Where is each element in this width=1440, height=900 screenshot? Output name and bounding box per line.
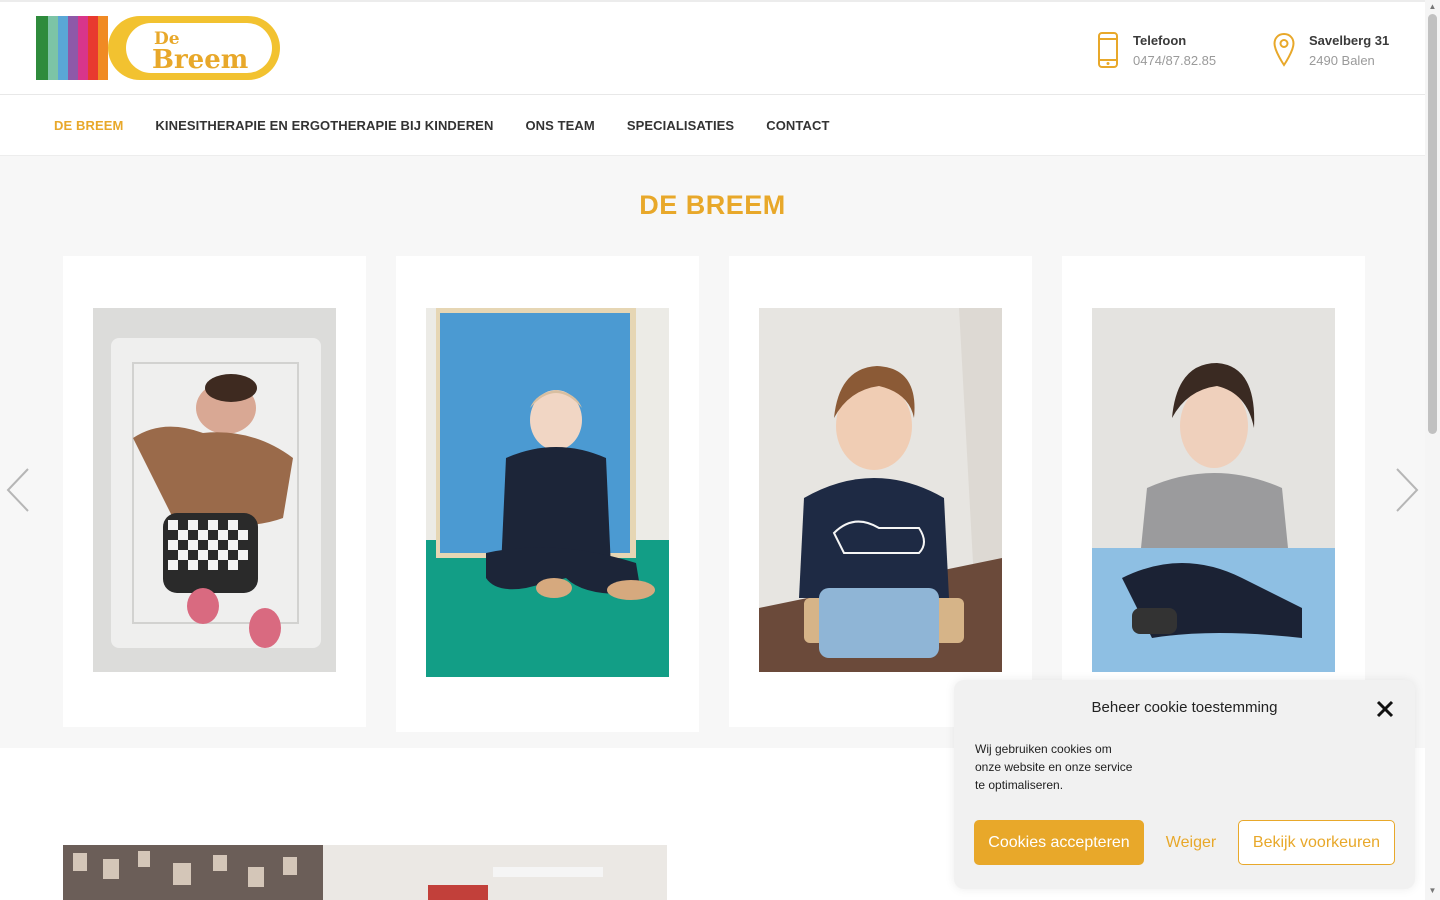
nav-item-contact[interactable]: CONTACT xyxy=(750,118,845,133)
slide-card[interactable] xyxy=(63,256,366,727)
slide-image-boy xyxy=(759,308,1002,672)
accept-cookies-button[interactable]: Cookies accepteren xyxy=(974,820,1144,865)
deny-cookies-button[interactable]: Weiger xyxy=(1154,820,1228,865)
view-preferences-button[interactable]: Bekijk voorkeuren xyxy=(1238,820,1395,865)
practice-room-image xyxy=(63,845,667,900)
slide-image-girl xyxy=(1092,308,1335,672)
main-navigation: DE BREEM KINESITHERAPIE EN ERGOTHERAPIE … xyxy=(0,95,1425,156)
phone-icon xyxy=(1098,32,1118,68)
nav-item-kinesitherapie[interactable]: KINESITHERAPIE EN ERGOTHERAPIE BIJ KINDE… xyxy=(139,118,509,133)
address-street: Savelberg 31 xyxy=(1309,33,1390,48)
hero-section: DE BREEM xyxy=(0,156,1425,748)
site-header: De Breem Telefoon 0474/87.82.85 Savelber… xyxy=(0,0,1425,95)
scroll-down-icon[interactable]: ▼ xyxy=(1428,887,1437,895)
phone-title: Telefoon xyxy=(1133,33,1187,48)
phone-contact[interactable]: Telefoon 0474/87.82.85 xyxy=(1097,32,1216,72)
close-icon[interactable] xyxy=(1374,698,1396,720)
nav-item-ons-team[interactable]: ONS TEAM xyxy=(509,118,610,133)
phone-number[interactable]: 0474/87.82.85 xyxy=(1133,50,1216,72)
nav-item-specialisaties[interactable]: SPECIALISATIES xyxy=(611,118,750,133)
site-logo[interactable]: De Breem xyxy=(36,16,280,80)
cookie-consent-dialog: Beheer cookie toestemming Wij gebruiken … xyxy=(954,680,1415,889)
address-contact[interactable]: Savelberg 31 2490 Balen xyxy=(1273,32,1389,72)
scrollbar-thumb[interactable] xyxy=(1428,14,1437,434)
cookie-dialog-text: Wij gebruiken cookies om onze website en… xyxy=(975,742,1133,792)
slide-image-toddler xyxy=(426,308,669,677)
svg-text:Breem: Breem xyxy=(152,45,248,75)
cookie-dialog-title: Beheer cookie toestemming xyxy=(1091,699,1278,716)
carousel-prev-arrow[interactable] xyxy=(4,466,32,514)
nav-item-de-breem[interactable]: DE BREEM xyxy=(38,118,139,133)
carousel-next-arrow[interactable] xyxy=(1393,466,1421,514)
scroll-up-icon[interactable]: ▲ xyxy=(1428,3,1437,11)
slide-card[interactable] xyxy=(1062,256,1365,727)
slide-image-baby xyxy=(93,308,336,672)
slide-card[interactable] xyxy=(729,256,1032,727)
slide-card[interactable] xyxy=(396,256,699,732)
address-city: 2490 Balen xyxy=(1309,53,1375,68)
location-pin-icon xyxy=(1273,32,1295,67)
page-title: DE BREEM xyxy=(639,190,786,220)
